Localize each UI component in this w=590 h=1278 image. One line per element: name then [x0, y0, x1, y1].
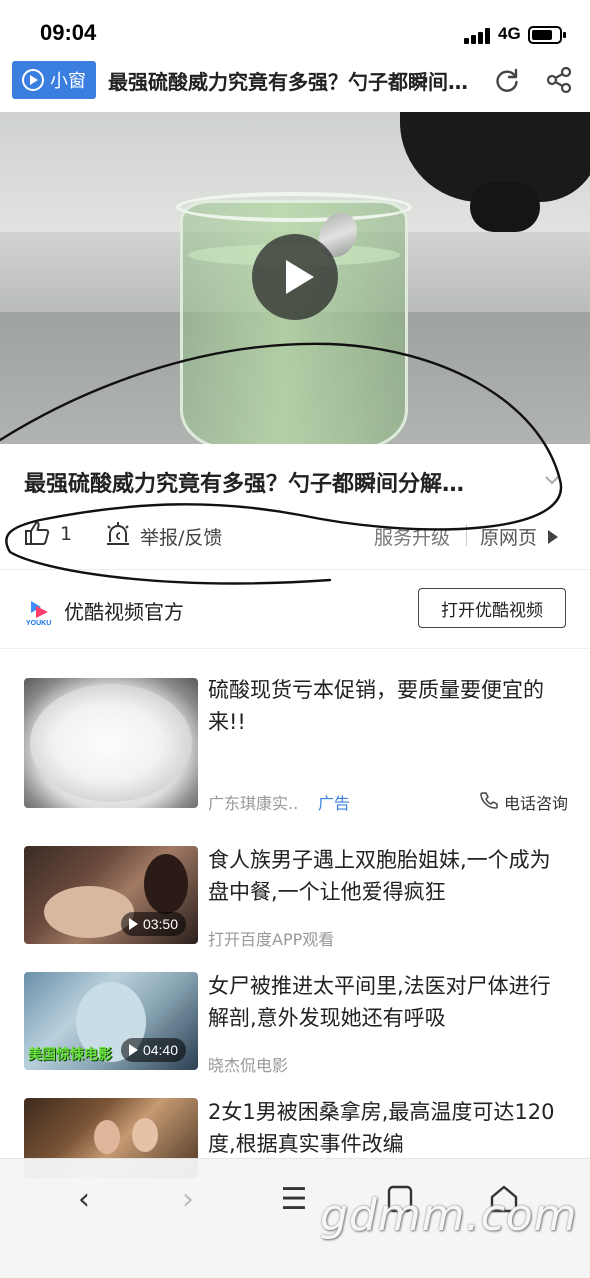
thumbs-up-icon[interactable]: [24, 520, 50, 546]
status-time: 09:04: [40, 20, 97, 45]
item-title: 女尸被推进太平间里,法医对尸体进行解剖,意外发现她还有呼吸: [208, 974, 551, 1030]
battery-level: [532, 30, 552, 40]
duration: 04:40: [142, 1042, 178, 1058]
duration: 03:50: [142, 916, 178, 932]
report-icon[interactable]: [104, 520, 132, 548]
thumb-figure: [144, 854, 188, 914]
thumb-figure: [132, 1118, 158, 1152]
divider: [0, 648, 590, 649]
video-thumbnail: 03:50: [24, 846, 198, 944]
action-row: 1 举报/反馈 服务升级 原网页: [0, 514, 590, 558]
forward-button[interactable]: ›: [168, 1179, 208, 1219]
arrow-right-icon[interactable]: [548, 530, 558, 544]
list-item[interactable]: 硫酸现货亏本促销，要质量要便宜的来!! 广东琪康实.. 广告 电话咨询: [0, 660, 590, 820]
ad-thumbnail: [24, 678, 198, 808]
signal-icon: [464, 28, 492, 44]
mini-window-label: 小窗: [50, 71, 86, 92]
video-beaker-rim: [176, 192, 412, 222]
mini-window-button[interactable]: 小窗: [12, 61, 96, 99]
item-title: 硫酸现货亏本促销，要质量要便宜的来!!: [208, 678, 544, 734]
item-title: 食人族男子遇上双胞胎姐妹,一个成为盘中餐,一个让他爱得疯狂: [208, 848, 551, 904]
nav-bar: 小窗 最强硫酸威力究竟有多强？勺子都瞬间分解…: [0, 56, 590, 112]
service-upgrade-link[interactable]: 服务升级: [374, 523, 450, 550]
divider: [0, 569, 590, 570]
advertiser-name: 广东琪康实..: [208, 794, 299, 813]
video-player[interactable]: [0, 112, 590, 444]
status-bar: 09:04 4G: [0, 0, 590, 60]
report-feedback-link[interactable]: 举报/反馈: [140, 523, 222, 550]
divider: [466, 524, 467, 546]
phone-icon[interactable]: [480, 791, 498, 809]
thumb-figure: [44, 886, 134, 938]
network-type: 4G: [498, 24, 521, 43]
source-name[interactable]: 优酷视频官方: [64, 596, 184, 625]
play-button[interactable]: [252, 234, 338, 320]
play-icon: [128, 918, 138, 930]
duration-badge: 03:50: [120, 912, 186, 936]
item-source: 晓杰侃电影: [208, 1056, 289, 1075]
open-youku-button[interactable]: 打开优酷视频: [418, 588, 566, 628]
item-title: 2女1男被困桑拿房,最高温度可达120度,根据真实事件改编: [208, 1100, 555, 1156]
like-count: 1: [60, 523, 73, 545]
page-title: 最强硫酸威力究竟有多强？勺子都瞬间分解…: [108, 70, 476, 94]
list-item[interactable]: 美国惊悚电影 04:40 女尸被推进太平间里,法医对尸体进行解剖,意外发现她还有…: [0, 956, 590, 1080]
play-icon: [128, 1044, 138, 1056]
chevron-down-icon[interactable]: [542, 470, 562, 490]
watermark: gdmm.com: [320, 1190, 578, 1241]
list-item[interactable]: 03:50 食人族男子遇上双胞胎姐妹,一个成为盘中餐,一个让他爱得疯狂 打开百度…: [0, 830, 590, 954]
video-thumbnail: 美国惊悚电影 04:40: [24, 972, 198, 1070]
thumb-figure: [94, 1120, 120, 1154]
powder-plate: [30, 684, 192, 802]
play-icon: [22, 69, 44, 91]
phone-consult-button[interactable]: 电话咨询: [504, 790, 568, 814]
source-row: YOUKU 优酷视频官方 打开优酷视频: [0, 574, 590, 644]
youku-logo-text: YOUKU: [26, 620, 52, 627]
video-title: 最强硫酸威力究竟有多强？勺子都瞬间分解…: [24, 472, 465, 497]
duration-badge: 04:40: [120, 1038, 186, 1062]
thumb-caption: 美国惊悚电影: [28, 1047, 112, 1063]
original-page-link[interactable]: 原网页: [480, 523, 537, 550]
ad-badge: 广告: [318, 794, 351, 813]
item-source: 打开百度APP观看: [208, 930, 335, 949]
menu-button[interactable]: ☰: [274, 1179, 314, 1219]
back-button[interactable]: ‹: [64, 1179, 104, 1219]
battery-icon: [528, 26, 566, 44]
share-icon[interactable]: [545, 66, 573, 94]
refresh-icon[interactable]: [494, 67, 520, 93]
video-glove-finger: [470, 182, 540, 232]
